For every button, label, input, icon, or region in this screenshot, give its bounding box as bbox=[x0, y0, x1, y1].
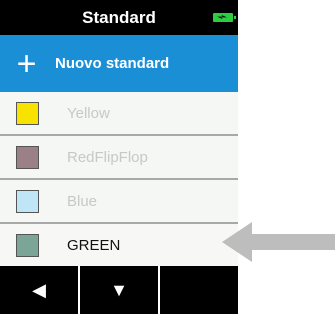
standard-label: Blue bbox=[67, 192, 98, 210]
standard-item-redflipflop[interactable]: RedFlipFlop bbox=[0, 136, 238, 180]
standard-label: GREEN bbox=[67, 236, 121, 254]
empty-softkey[interactable] bbox=[160, 266, 238, 314]
battery-charging-icon bbox=[213, 13, 236, 22]
callout-arrow-icon bbox=[222, 222, 335, 262]
new-standard-label: Nuovo standard bbox=[55, 55, 170, 72]
new-standard-button[interactable]: + Nuovo standard bbox=[0, 35, 238, 92]
standard-item-green[interactable]: GREEN bbox=[0, 224, 238, 268]
softkey-bar: ◀ ▼ bbox=[0, 266, 238, 314]
page-title: Standard bbox=[82, 7, 156, 27]
plus-icon: + bbox=[16, 44, 37, 83]
title-bar: Standard bbox=[0, 0, 238, 35]
standard-item-yellow[interactable]: Yellow bbox=[0, 92, 238, 136]
device-screen: Standard + Nuovo standard Yellow RedFlip… bbox=[0, 0, 238, 314]
standards-list: Yellow RedFlipFlop Blue GREEN bbox=[0, 92, 238, 268]
color-swatch bbox=[16, 101, 39, 125]
standard-label: Yellow bbox=[67, 104, 110, 122]
color-swatch bbox=[16, 189, 39, 213]
color-swatch bbox=[16, 233, 39, 257]
triangle-left-icon[interactable]: ◀ bbox=[0, 266, 78, 314]
triangle-down-icon[interactable]: ▼ bbox=[80, 266, 158, 314]
standard-label: RedFlipFlop bbox=[67, 148, 148, 166]
standard-item-blue[interactable]: Blue bbox=[0, 180, 238, 224]
color-swatch bbox=[16, 145, 39, 169]
